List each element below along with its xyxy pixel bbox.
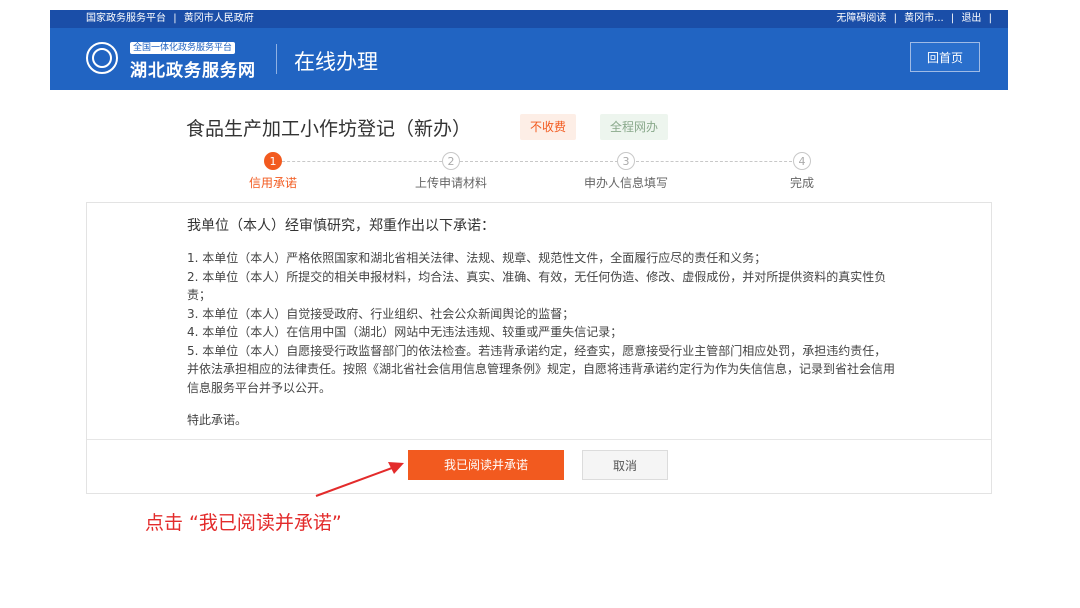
top-bar-left-links: 国家政务服务平台 | 黄冈市人民政府 <box>84 10 256 28</box>
pledge-clause: 2. 本单位（本人）所提交的相关申报材料，均合法、真实、准确、有效，无任何伪造、… <box>187 269 887 303</box>
top-bar: 国家政务服务平台 | 黄冈市人民政府 无障碍阅读 | 黄冈市... | 退出 | <box>50 10 1008 28</box>
home-button[interactable]: 回首页 <box>910 42 980 72</box>
site-header: 全国一体化政务服务平台 湖北政务服务网 在线办理 回首页 <box>50 28 1008 90</box>
agree-pledge-button[interactable]: 我已阅读并承诺 <box>408 450 564 480</box>
card-divider <box>87 439 991 440</box>
step-label: 上传申请材料 <box>414 176 487 190</box>
pledge-body: 我单位（本人）经审慎研究，郑重作出以下承诺： 1. 本单位（本人）严格依照国家和… <box>187 215 897 428</box>
step-upload-materials: 2 上传申请材料 <box>391 152 511 191</box>
tag-fully-online: 全程网办 <box>600 114 669 140</box>
step-number: 4 <box>793 152 811 170</box>
platform-subtitle: 全国一体化政务服务平台 <box>130 42 236 54</box>
top-bar-separator: | <box>988 13 992 24</box>
step-label: 申办人信息填写 <box>583 176 668 190</box>
step-applicant-info: 3 申办人信息填写 <box>566 152 686 191</box>
header-divider <box>276 44 277 74</box>
platform-name[interactable]: 湖北政务服务网 <box>130 56 256 81</box>
section-title: 在线办理 <box>294 50 378 74</box>
link-huanggang-government[interactable]: 黄冈市人民政府 <box>184 13 254 24</box>
step-number: 1 <box>264 152 282 170</box>
emblem-logo-icon <box>86 42 118 74</box>
top-bar-separator: | <box>893 13 897 24</box>
cancel-button[interactable]: 取消 <box>582 450 668 480</box>
link-accessible-reading[interactable]: 无障碍阅读 <box>836 13 886 24</box>
annotation-text: 点击 “我已阅读并承诺” <box>145 512 342 534</box>
pledge-clause: 5. 本单位（本人）自愿接受行政监督部门的依法检查。若违背承诺约定，经查实，愿意… <box>187 343 896 395</box>
link-logout[interactable]: 退出 <box>961 13 981 24</box>
pledge-clause: 4. 本单位（本人）在信用中国（湖北）网站中无违法违规、较重或严重失信记录； <box>187 325 623 339</box>
pledge-clause: 3. 本单位（本人）自觉接受政府、行业组织、社会公众新闻舆论的监督； <box>187 306 575 321</box>
step-label: 完成 <box>789 176 814 190</box>
pledge-intro: 我单位（本人）经审慎研究，郑重作出以下承诺： <box>187 218 495 234</box>
step-credit-pledge: 1 信用承诺 <box>213 152 333 191</box>
pledge-clause: 1. 本单位（本人）严格依照国家和湖北省相关法律、法规、规章、规范性文件，全面履… <box>187 251 767 265</box>
link-national-platform[interactable]: 国家政务服务平台 <box>86 13 166 24</box>
step-number: 2 <box>442 152 460 170</box>
link-region[interactable]: 黄冈市... <box>904 13 944 24</box>
step-number: 3 <box>617 152 635 170</box>
top-bar-right-links: 无障碍阅读 | 黄冈市... | 退出 | <box>834 10 994 28</box>
pledge-closing: 特此承诺。 <box>187 413 248 427</box>
step-label: 信用承诺 <box>248 176 297 190</box>
step-complete: 4 完成 <box>742 152 862 191</box>
top-bar-separator: | <box>950 13 955 24</box>
page-title: 食品生产加工小作坊登记（新办） <box>186 118 472 140</box>
top-bar-separator: | <box>173 13 177 24</box>
tag-free: 不收费 <box>520 114 577 140</box>
